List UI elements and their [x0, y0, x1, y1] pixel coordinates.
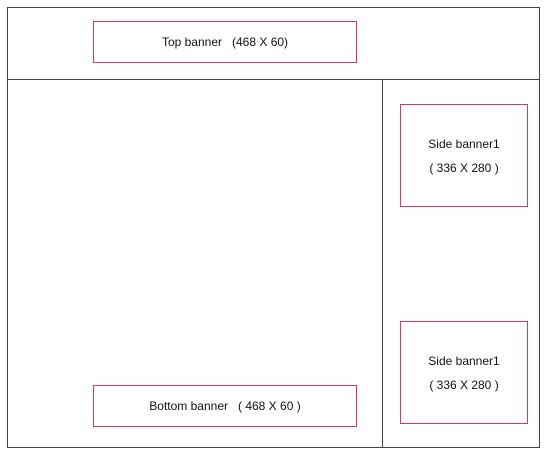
- side-banner-2: Side banner1 ( 336 X 280 ): [400, 321, 528, 424]
- header-divider: [7, 79, 540, 80]
- side-banner-1-title: Side banner1: [428, 136, 500, 151]
- sidebar-divider: [382, 80, 383, 448]
- top-banner: Top banner (468 X 60): [93, 21, 357, 63]
- side-banner-2-size: ( 336 X 280 ): [429, 377, 499, 392]
- bottom-banner: Bottom banner ( 468 X 60 ): [93, 385, 357, 427]
- side-banner-2-title: Side banner1: [428, 353, 500, 368]
- top-banner-label: Top banner (468 X 60): [161, 35, 289, 49]
- bottom-banner-label: Bottom banner ( 468 X 60 ): [149, 399, 301, 413]
- side-banner-1: Side banner1 ( 336 X 280 ): [400, 104, 528, 207]
- side-banner-1-size: ( 336 X 280 ): [429, 160, 499, 175]
